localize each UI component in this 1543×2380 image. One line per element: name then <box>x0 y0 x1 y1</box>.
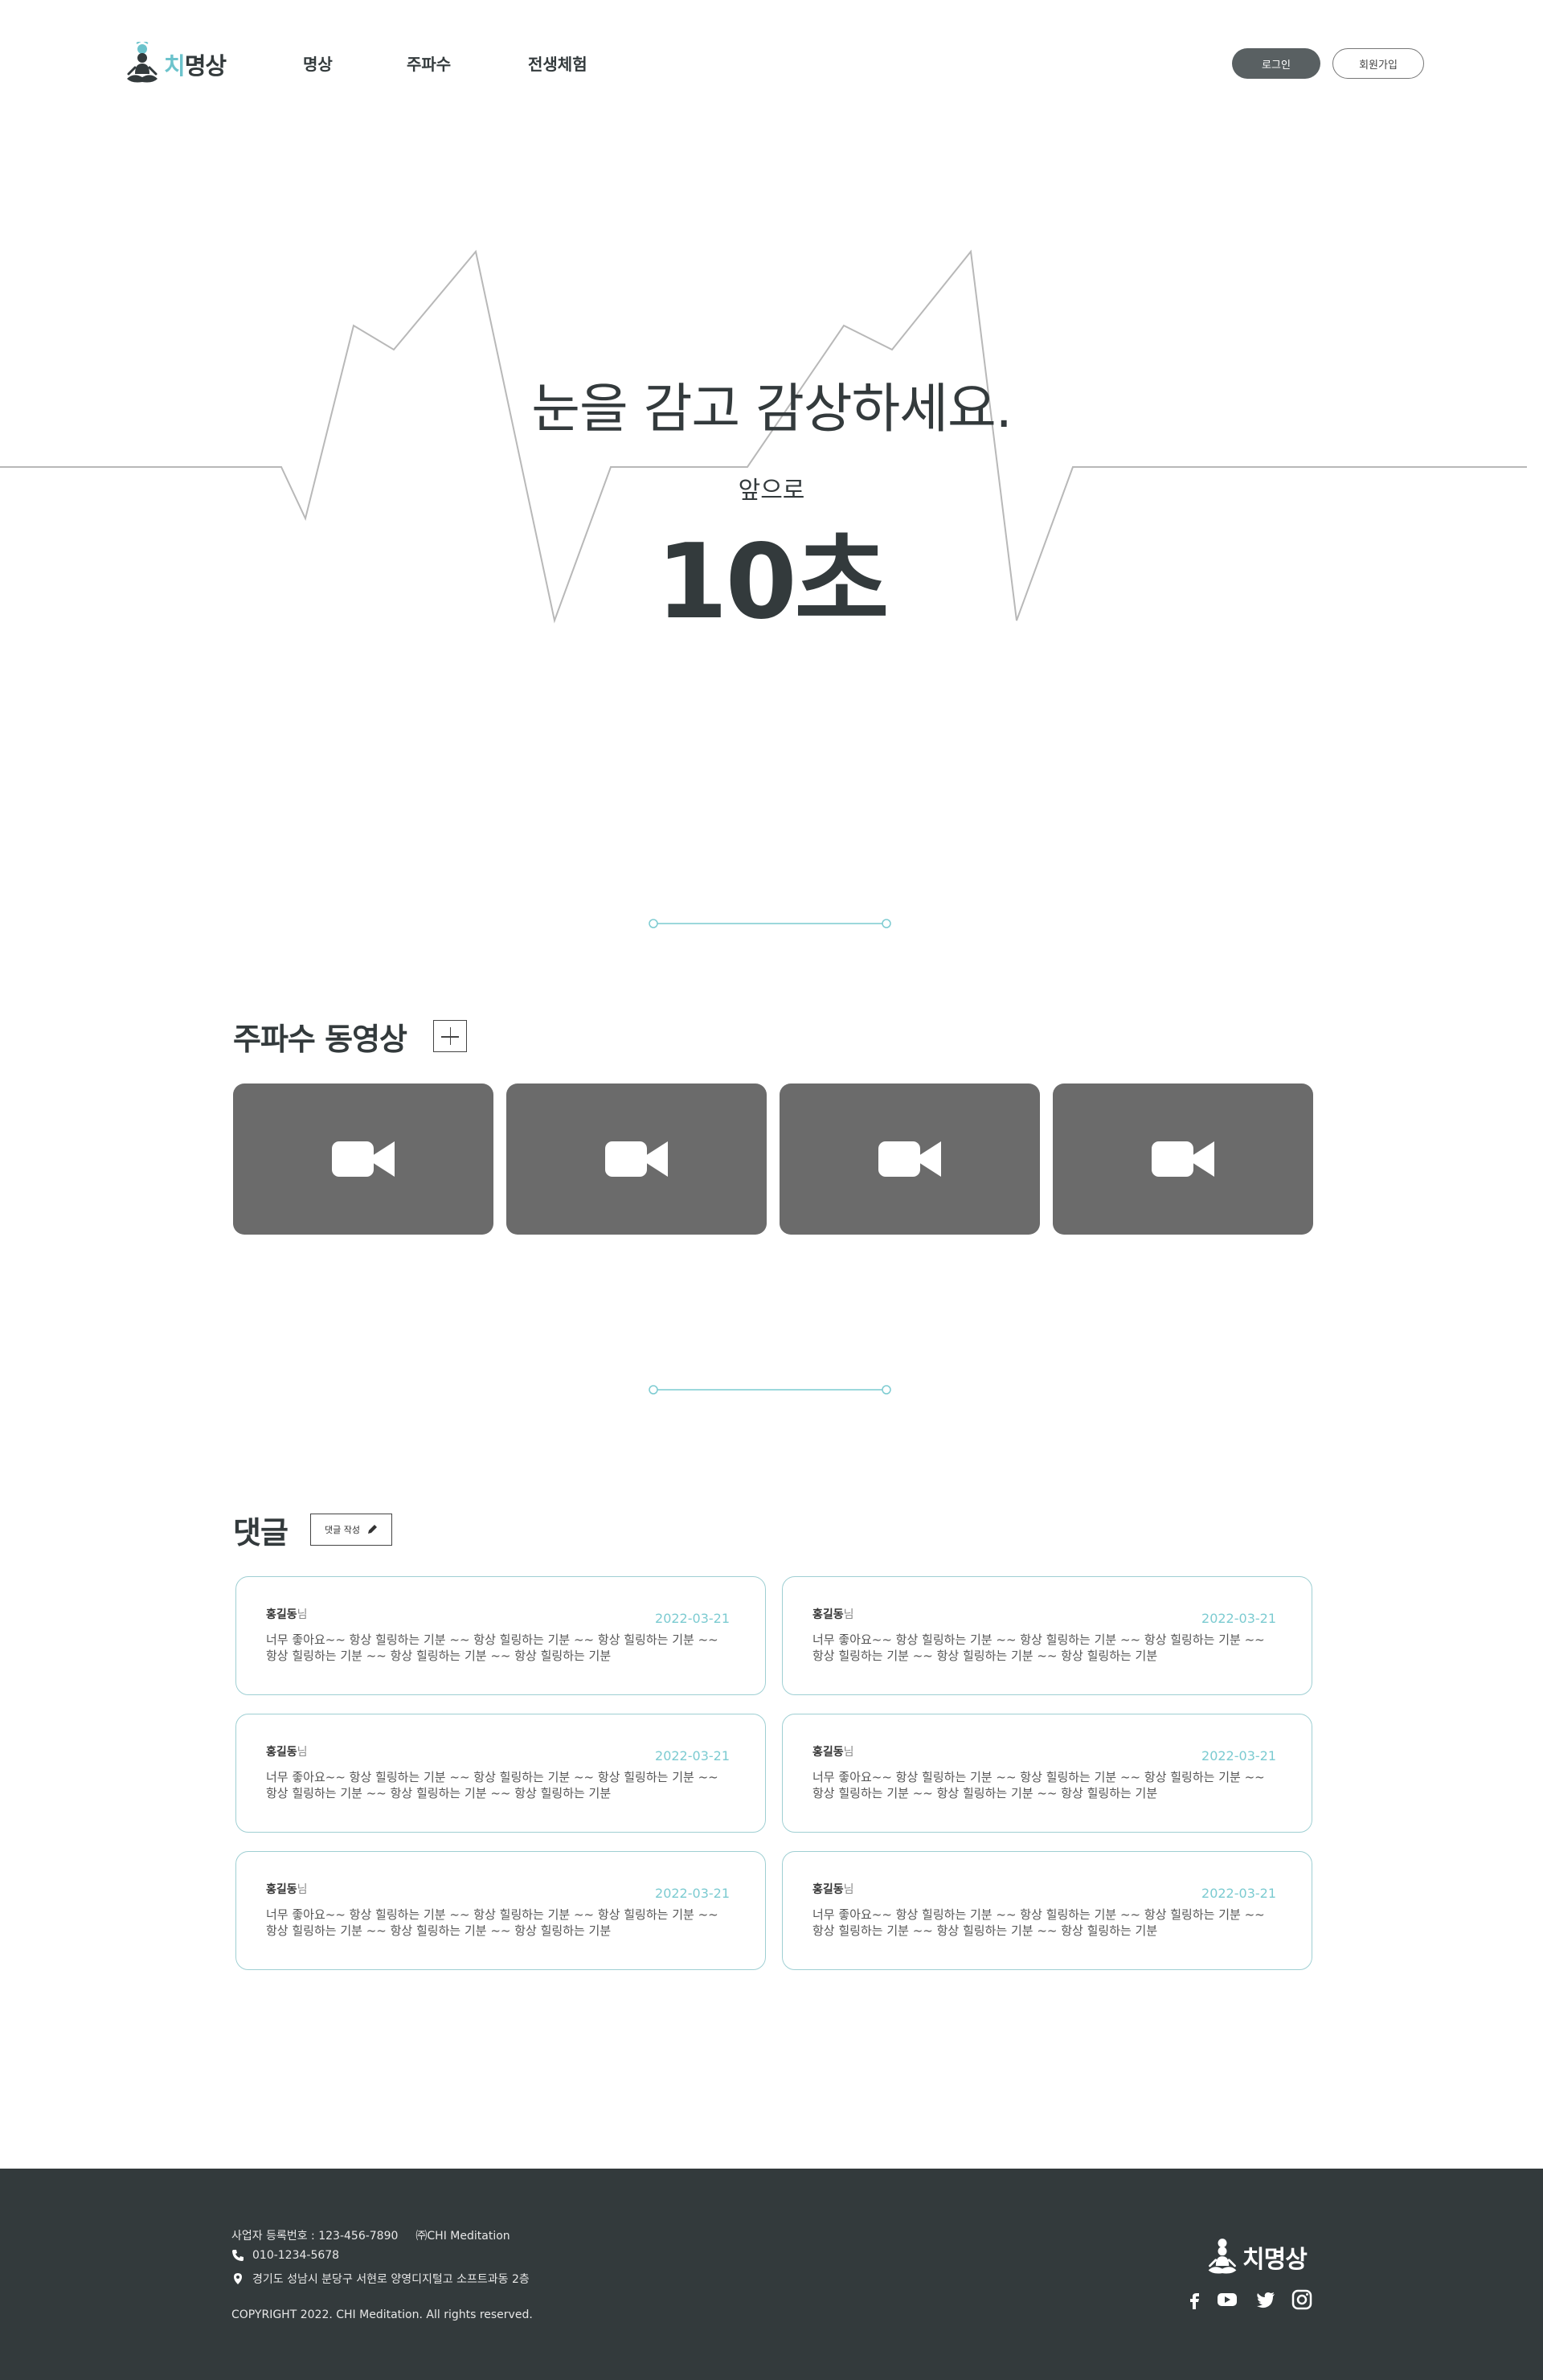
comment-line: 항상 힐링하는 기분 ~~ 항상 힐링하는 기분 ~~ 항상 힐링하는 기분 <box>266 1649 612 1663</box>
author-suffix: 님 <box>297 1746 308 1759</box>
comment-card: 홍길동님 2022-03-21 너무 좋아요~~ 항상 힐링하는 기분 ~~ 항… <box>782 1714 1312 1833</box>
video-card[interactable] <box>780 1083 1040 1235</box>
countdown: 10초 <box>656 522 890 642</box>
author-name: 홍길동 <box>266 1608 297 1621</box>
author-suffix: 님 <box>843 1883 854 1896</box>
comment-date: 2022-03-21 <box>1201 1611 1276 1626</box>
phone-icon <box>232 2250 244 2261</box>
comment-line: 항상 힐링하는 기분 ~~ 항상 힐링하는 기분 ~~ 항상 힐링하는 기분 <box>812 1786 1158 1800</box>
comment-author: 홍길동님 <box>266 1606 308 1622</box>
comment-line: 너무 좋아요~~ 항상 힐링하는 기분 ~~ 항상 힐링하는 기분 ~~ 항상 … <box>266 1632 718 1647</box>
author-name: 홍길동 <box>812 1883 844 1896</box>
footer-logo-text: 치명상 <box>1242 2246 1308 2274</box>
author-name: 홍길동 <box>812 1746 844 1759</box>
nav-item-past-life[interactable]: 전생체험 <box>528 51 587 75</box>
comment-body: 너무 좋아요~~ 항상 힐링하는 기분 ~~ 항상 힐링하는 기분 ~~ 항상 … <box>812 1632 1287 1664</box>
video-card[interactable] <box>1053 1083 1313 1235</box>
comment-author: 홍길동님 <box>812 1881 854 1897</box>
comment-line: 너무 좋아요~~ 항상 힐링하는 기분 ~~ 항상 힐링하는 기분 ~~ 항상 … <box>812 1632 1265 1647</box>
logo-text: 치명상 <box>164 47 227 81</box>
twitter-icon[interactable] <box>1254 2288 1278 2312</box>
author-suffix: 님 <box>297 1608 308 1621</box>
comment-body: 너무 좋아요~~ 항상 힐링하는 기분 ~~ 항상 힐링하는 기분 ~~ 항상 … <box>266 1632 740 1664</box>
footer-phone: 010-1234-5678 <box>231 2249 339 2262</box>
footer-address: 경기도 성남시 분당구 서현로 양영디지털고 소프트과동 2층 <box>231 2271 530 2287</box>
comment-date: 2022-03-21 <box>1201 1748 1276 1763</box>
comment-card: 홍길동님 2022-03-21 너무 좋아요~~ 항상 힐링하는 기분 ~~ 항… <box>235 1576 766 1695</box>
address: 경기도 성남시 분당구 서현로 양영디지털고 소프트과동 2층 <box>252 2273 530 2286</box>
instagram-icon[interactable] <box>1290 2288 1314 2312</box>
map-pin-icon <box>234 2273 242 2284</box>
videos-title: 주파수 동영상 <box>233 1022 407 1057</box>
comment-line: 너무 좋아요~~ 항상 힐링하는 기분 ~~ 항상 힐링하는 기분 ~~ 항상 … <box>266 1907 718 1922</box>
comment-author: 홍길동님 <box>812 1606 854 1622</box>
youtube-icon[interactable] <box>1215 2288 1239 2312</box>
signup-button[interactable]: 회원가입 <box>1332 48 1424 79</box>
site-footer: 사업자 등록번호 : 123-456-7890 ㈜CHI Meditation … <box>0 2169 1543 2380</box>
comment-line: 항상 힐링하는 기분 ~~ 항상 힐링하는 기분 ~~ 항상 힐링하는 기분 <box>266 1923 612 1938</box>
comment-line: 항상 힐링하는 기분 ~~ 항상 힐링하는 기분 ~~ 항상 힐링하는 기분 <box>266 1786 612 1800</box>
add-video-button[interactable] <box>433 1020 467 1052</box>
comment-line: 너무 좋아요~~ 항상 힐링하는 기분 ~~ 항상 힐링하는 기분 ~~ 항상 … <box>266 1770 718 1784</box>
comment-body: 너무 좋아요~~ 항상 힐링하는 기분 ~~ 항상 힐링하는 기분 ~~ 항상 … <box>266 1769 740 1801</box>
footer-logo[interactable]: 치명상 <box>1205 2236 1308 2278</box>
section-divider <box>649 1385 891 1395</box>
footer-business-info: 사업자 등록번호 : 123-456-7890 ㈜CHI Meditation <box>231 2227 510 2243</box>
section-divider <box>649 919 891 928</box>
phone-number: 010-1234-5678 <box>252 2249 340 2262</box>
video-camera-icon <box>332 1141 395 1177</box>
company-name: ㈜CHI Meditation <box>415 2230 510 2243</box>
video-camera-icon <box>605 1141 668 1177</box>
comment-body: 너무 좋아요~~ 항상 힐링하는 기분 ~~ 항상 힐링하는 기분 ~~ 항상 … <box>812 1769 1287 1801</box>
logo-accent: 치 <box>164 52 186 80</box>
comment-author: 홍길동님 <box>266 1743 308 1759</box>
author-name: 홍길동 <box>266 1746 297 1759</box>
facebook-icon[interactable] <box>1183 2288 1207 2312</box>
comment-date: 2022-03-21 <box>655 1748 730 1763</box>
author-suffix: 님 <box>843 1608 854 1621</box>
comment-author: 홍길동님 <box>812 1743 854 1759</box>
write-comment-label: 댓글 작성 <box>325 1525 360 1535</box>
author-suffix: 님 <box>843 1746 854 1759</box>
video-camera-icon <box>878 1141 941 1177</box>
comment-card: 홍길동님 2022-03-21 너무 좋아요~~ 항상 힐링하는 기분 ~~ 항… <box>782 1576 1312 1695</box>
comment-card: 홍길동님 2022-03-21 너무 좋아요~~ 항상 힐링하는 기분 ~~ 항… <box>782 1851 1312 1970</box>
copyright: COPYRIGHT 2022. CHI Meditation. All righ… <box>231 2308 533 2321</box>
comment-author: 홍길동님 <box>266 1881 308 1897</box>
video-card[interactable] <box>506 1083 767 1235</box>
comments-title: 댓글 <box>233 1515 289 1550</box>
author-name: 홍길동 <box>266 1883 297 1896</box>
nav-item-meditation[interactable]: 명상 <box>303 51 333 75</box>
business-number: 사업자 등록번호 : 123-456-7890 <box>231 2230 399 2243</box>
comment-line: 항상 힐링하는 기분 ~~ 항상 힐링하는 기분 ~~ 항상 힐링하는 기분 <box>812 1923 1158 1938</box>
comment-body: 너무 좋아요~~ 항상 힐링하는 기분 ~~ 항상 힐링하는 기분 ~~ 항상 … <box>812 1907 1287 1939</box>
comment-line: 너무 좋아요~~ 항상 힐링하는 기분 ~~ 항상 힐링하는 기분 ~~ 항상 … <box>812 1907 1265 1922</box>
logo-rest: 명상 <box>184 52 227 80</box>
meditation-figure-icon <box>127 42 158 83</box>
comment-line: 너무 좋아요~~ 항상 힐링하는 기분 ~~ 항상 힐링하는 기분 ~~ 항상 … <box>812 1770 1265 1784</box>
comment-date: 2022-03-21 <box>1201 1886 1276 1901</box>
site-logo[interactable]: 치명상 <box>124 40 228 88</box>
write-comment-button[interactable]: 댓글 작성 <box>310 1514 392 1546</box>
nav-item-frequency[interactable]: 주파수 <box>407 51 451 75</box>
site-header: 치명상 명상 주파수 전생체험 로그인 회원가입 <box>0 0 1543 129</box>
hero-headline: 눈을 감고 감상하세요. <box>531 378 1012 440</box>
comment-body: 너무 좋아요~~ 항상 힐링하는 기분 ~~ 항상 힐링하는 기분 ~~ 항상 … <box>266 1907 740 1939</box>
video-camera-icon <box>1152 1141 1214 1177</box>
comment-line: 항상 힐링하는 기분 ~~ 항상 힐링하는 기분 ~~ 항상 힐링하는 기분 <box>812 1649 1158 1663</box>
comment-card: 홍길동님 2022-03-21 너무 좋아요~~ 항상 힐링하는 기분 ~~ 항… <box>235 1851 766 1970</box>
meditation-figure-icon <box>1208 2239 1237 2274</box>
author-suffix: 님 <box>297 1883 308 1896</box>
author-name: 홍길동 <box>812 1608 844 1621</box>
comment-date: 2022-03-21 <box>655 1886 730 1901</box>
video-card[interactable] <box>233 1083 493 1235</box>
comment-date: 2022-03-21 <box>655 1611 730 1626</box>
login-button[interactable]: 로그인 <box>1232 48 1320 79</box>
pencil-icon <box>367 1525 377 1534</box>
comment-card: 홍길동님 2022-03-21 너무 좋아요~~ 항상 힐링하는 기분 ~~ 항… <box>235 1714 766 1833</box>
